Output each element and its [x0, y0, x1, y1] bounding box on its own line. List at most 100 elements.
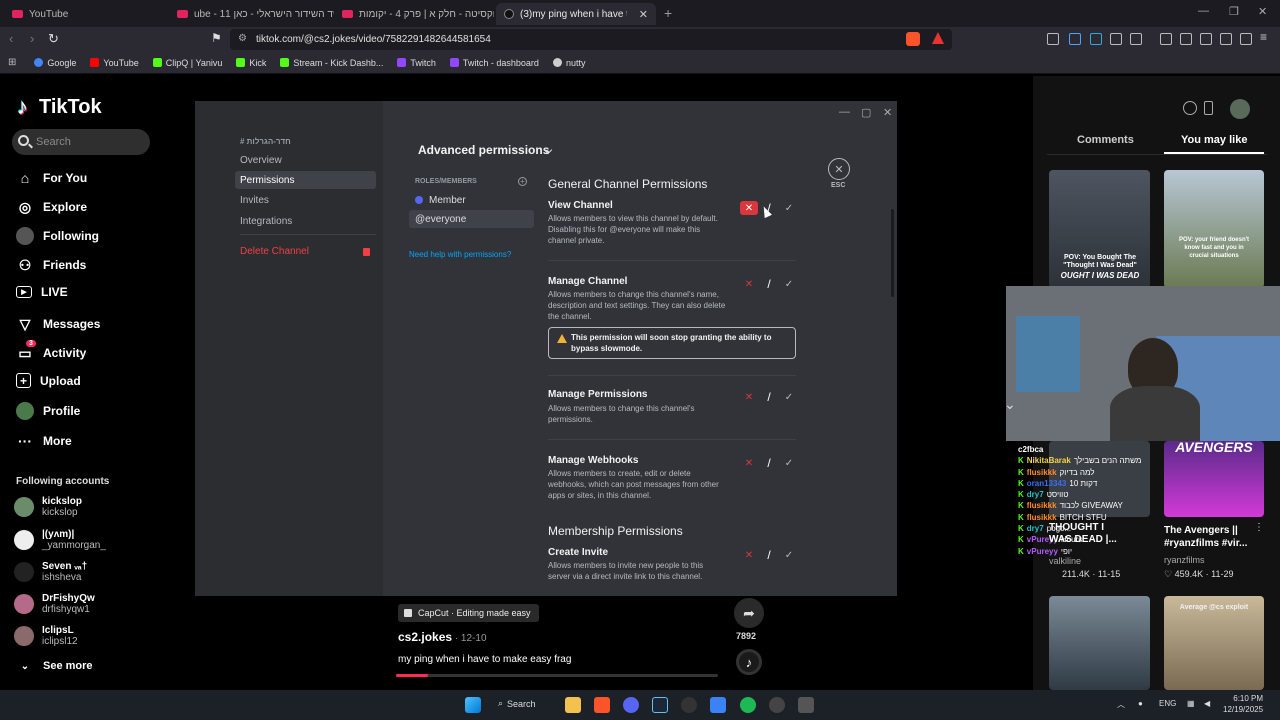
deny-x-icon[interactable]: ✕ [740, 548, 758, 562]
nav-upload[interactable]: + Upload [16, 373, 81, 388]
menu-icon[interactable]: ≡ [1260, 30, 1272, 44]
tiktok-sound-disc[interactable]: ♪ [736, 649, 762, 675]
site-info-icon[interactable]: ⚙ [238, 33, 247, 44]
close-icon[interactable]: ✕ [828, 158, 850, 180]
clock[interactable]: 6:10 PM 12/19/2025 [1223, 693, 1263, 715]
bookmark-kick[interactable]: Kick [236, 58, 266, 68]
role-member[interactable]: Member [409, 191, 534, 209]
bookmark-icon[interactable]: ⚑ [211, 31, 222, 45]
tiktok-logo[interactable]: TikTok [16, 94, 102, 120]
bookmark-kick-dashboard[interactable]: Stream - Kick Dashb... [280, 58, 383, 68]
bookmark-twitch-dashboard[interactable]: Twitch - dashboard [449, 58, 539, 68]
back-icon[interactable]: ‹ [9, 31, 13, 46]
video-channel[interactable]: ryanzfilms [1164, 555, 1205, 565]
leo-ai-icon[interactable] [1220, 33, 1232, 45]
nav-for-you[interactable]: ⌂ For You [16, 169, 87, 187]
coin-icon[interactable] [1183, 101, 1197, 115]
nav-following[interactable]: Following [16, 227, 99, 245]
menu-overview[interactable]: Overview [235, 151, 376, 169]
brave-shield-icon[interactable] [906, 32, 920, 46]
delete-channel-button[interactable]: Delete Channel [235, 242, 376, 260]
neutral-slash-icon[interactable]: / [760, 390, 778, 404]
deny-x-icon[interactable]: ✕ [740, 201, 758, 215]
minimize-icon[interactable]: — [839, 106, 850, 118]
account-item[interactable]: |(yʌm)| _yammorgan_ [14, 529, 106, 551]
reload-icon[interactable]: ↻ [48, 31, 59, 47]
video-progress-bar[interactable] [396, 674, 718, 677]
vpn-icon[interactable] [1240, 33, 1252, 45]
help-permissions-link[interactable]: Need help with permissions? [409, 250, 511, 259]
new-tab-icon[interactable]: + [664, 5, 672, 21]
tab-youtube[interactable]: YouTube [4, 3, 169, 25]
video-channel[interactable]: valkiline [1049, 556, 1081, 566]
volume-icon[interactable]: ◀ [1204, 699, 1210, 708]
perm-manage-channel-toggle[interactable]: ✕ / ✓ [740, 277, 798, 291]
extension-icon[interactable] [1047, 33, 1059, 45]
tab-kan11[interactable]: ube - תאגיד השידור הישראלי - כאן 11 [169, 3, 334, 25]
tab-comments[interactable]: Comments [1077, 134, 1134, 146]
allow-check-icon[interactable]: ✓ [780, 548, 798, 562]
tab-you-may-like[interactable]: You may like [1181, 134, 1247, 146]
language-indicator[interactable]: ENG [1159, 699, 1176, 708]
deny-x-icon[interactable]: ✕ [740, 277, 758, 291]
app-icon[interactable] [798, 697, 814, 713]
advanced-permissions-title[interactable]: Advanced permissions [418, 143, 549, 157]
allow-check-icon[interactable]: ✓ [780, 201, 798, 215]
extension-icon[interactable] [1069, 33, 1081, 45]
account-item[interactable]: kickslop kickslop [14, 496, 82, 518]
brave-icon[interactable] [594, 697, 610, 713]
close-window-icon[interactable]: ✕ [883, 106, 892, 119]
close-window-icon[interactable]: ✕ [1258, 5, 1267, 18]
perm-manage-webhooks-toggle[interactable]: ✕ / ✓ [740, 456, 798, 470]
more-options-icon[interactable]: ⋮ [1254, 522, 1264, 533]
bookmark-nutty[interactable]: nutty [552, 58, 585, 68]
spotify-icon[interactable] [740, 697, 756, 713]
bookmark-twitch[interactable]: Twitch [397, 58, 436, 68]
see-more-button[interactable]: ⌄ See more [16, 657, 93, 675]
user-avatar[interactable] [1230, 99, 1250, 119]
add-role-icon[interactable]: + [518, 177, 527, 186]
neutral-slash-icon[interactable]: / [760, 548, 778, 562]
video-thumbnail[interactable]: POV: your friend doesn't know fast and y… [1164, 170, 1264, 288]
video-title[interactable]: The Avengers || #ryanzfilms #vir... [1164, 524, 1264, 550]
close-tab-icon[interactable]: ✕ [639, 8, 648, 21]
minimize-icon[interactable]: — [1198, 5, 1209, 17]
taskbar-search[interactable]: ⌕ Search [498, 698, 536, 709]
nav-profile[interactable]: Profile [16, 402, 80, 420]
account-item[interactable]: DrFishyQw drfishyqw1 [14, 593, 95, 615]
menu-invites[interactable]: Invites [235, 191, 376, 209]
video-thumbnail[interactable]: AVENGERS [1164, 441, 1264, 517]
nav-explore[interactable]: ◎ Explore [16, 198, 87, 216]
neutral-slash-icon[interactable]: / [760, 277, 778, 291]
allow-check-icon[interactable]: ✓ [780, 390, 798, 404]
app-icon[interactable] [681, 697, 697, 713]
extension-icon[interactable] [1130, 33, 1142, 45]
role-everyone[interactable]: @everyone [409, 210, 534, 228]
discord-icon[interactable] [623, 697, 639, 713]
video-thumbnail[interactable] [1049, 596, 1150, 690]
video-thumbnail[interactable]: POV: You Bought The "Thought I Was Dead"… [1049, 170, 1150, 288]
forward-icon[interactable]: › [30, 31, 34, 46]
chevron-up-icon[interactable]: ︿ [1117, 699, 1125, 710]
sidebar-icon[interactable] [1180, 33, 1192, 45]
allow-check-icon[interactable]: ✓ [780, 456, 798, 470]
extension-icon[interactable] [1090, 33, 1102, 45]
menu-integrations[interactable]: Integrations [235, 212, 376, 230]
wallet-icon[interactable] [1200, 33, 1212, 45]
neutral-slash-icon[interactable]: / [760, 456, 778, 470]
video-title[interactable]: THOUGHT I WAS DEAD |... [1049, 522, 1129, 546]
nav-activity[interactable]: ▭ 3 Activity [16, 340, 86, 362]
allow-check-icon[interactable]: ✓ [780, 277, 798, 291]
nav-messages[interactable]: ▽ Messages [16, 315, 101, 333]
windows-start-icon[interactable] [465, 697, 481, 713]
bookmark-google[interactable]: Google [34, 58, 76, 68]
share-button[interactable]: ➦ [734, 598, 764, 628]
microphone-icon[interactable]: ● [1138, 699, 1143, 708]
perm-manage-permissions-toggle[interactable]: ✕ / ✓ [740, 390, 798, 404]
chevron-down-icon[interactable]: ⌄ [1006, 396, 1016, 413]
extensions-puzzle-icon[interactable] [1110, 33, 1122, 45]
tab-tiktok-active[interactable]: (3)my ping when i have to make ✕ [496, 3, 656, 25]
scrollbar[interactable] [891, 209, 894, 297]
app-icon[interactable] [769, 697, 785, 713]
deny-x-icon[interactable]: ✕ [740, 456, 758, 470]
